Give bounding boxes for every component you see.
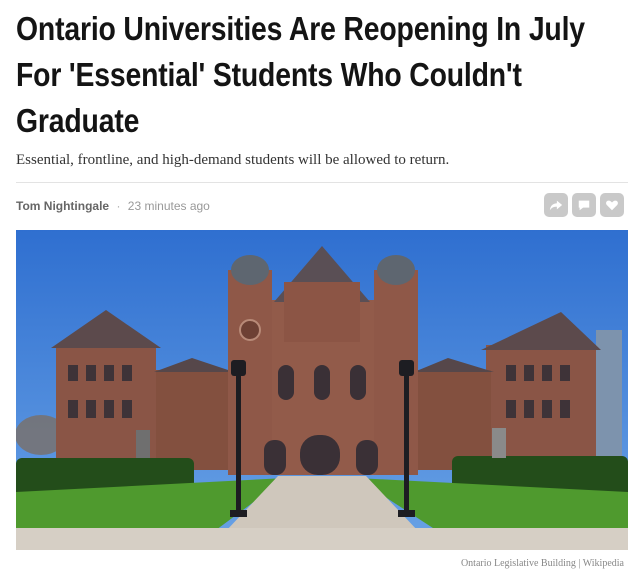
share-toolbar xyxy=(544,193,624,217)
share-arrow-icon xyxy=(549,200,563,211)
headline-line-2: For 'Essential' Students Who Couldn't xyxy=(16,56,522,93)
byline-divider xyxy=(16,182,628,183)
byline-separator: · xyxy=(116,199,121,213)
legislative-building-illustration xyxy=(16,230,628,550)
article-headline: Ontario Universities Are Reopening In Ju… xyxy=(16,6,628,144)
comment-button[interactable] xyxy=(572,193,596,217)
comment-icon xyxy=(578,200,590,211)
byline: Tom Nightingale · 23 minutes ago xyxy=(16,199,210,213)
article-subheadline: Essential, frontline, and high-demand st… xyxy=(16,152,450,168)
author-name[interactable]: Tom Nightingale xyxy=(16,199,109,213)
article-hero-image xyxy=(16,230,628,550)
heart-icon xyxy=(606,200,618,211)
headline-line-1: Ontario Universities Are Reopening In Ju… xyxy=(16,10,585,47)
like-button[interactable] xyxy=(600,193,624,217)
image-caption: Ontario Legislative Building | Wikipedia xyxy=(460,558,624,569)
publish-time: 23 minutes ago xyxy=(127,199,210,213)
headline-line-3: Graduate xyxy=(16,102,140,139)
share-button[interactable] xyxy=(544,193,568,217)
